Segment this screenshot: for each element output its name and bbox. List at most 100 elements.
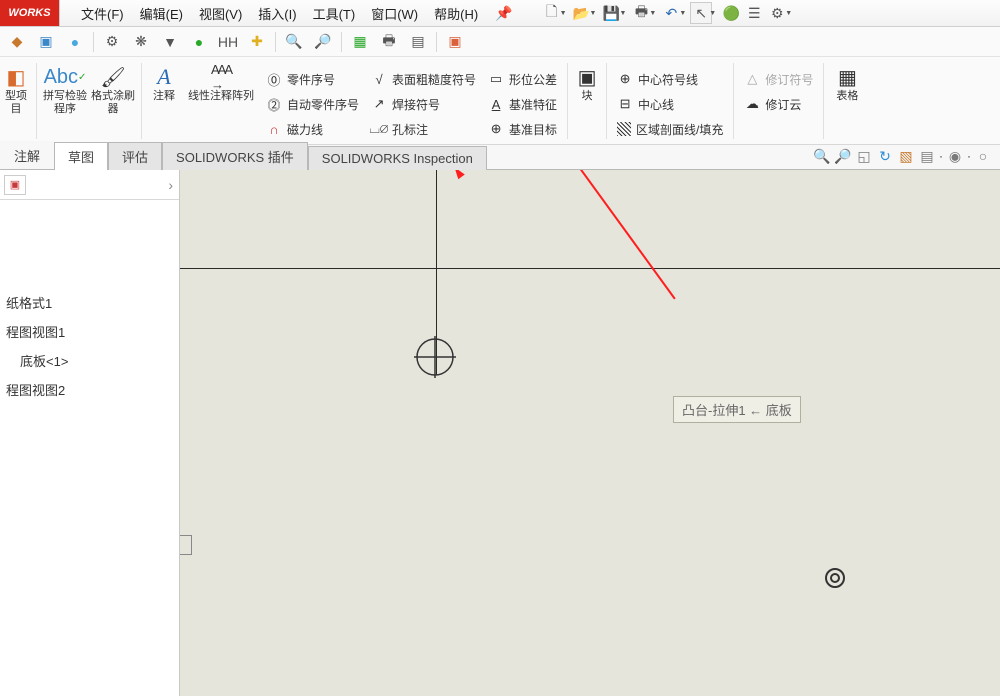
menu-file[interactable]: 文件(F) xyxy=(74,1,131,26)
holeannot-button[interactable]: ⌴∅孔标注 xyxy=(365,119,482,139)
edge-marker xyxy=(180,535,192,555)
options-icon[interactable]: ☰ xyxy=(743,2,765,24)
expand-icon[interactable]: › xyxy=(168,177,173,193)
spellcheck-label: 拼写检验程序 xyxy=(41,90,89,116)
display-icon[interactable]: ▧ xyxy=(897,147,915,165)
tool-icon[interactable]: ▣ xyxy=(35,31,57,53)
hatch-label: 区域剖面线/填充 xyxy=(636,121,723,138)
tree-item[interactable]: 底板<1> xyxy=(4,346,175,375)
linearpat-button[interactable]: AAA→ 线性注释阵列 xyxy=(182,63,260,144)
magline-label: 磁力线 xyxy=(287,121,323,138)
formatbrush-button[interactable]: 🖌 格式涂刷器 xyxy=(89,63,137,144)
centersym-button[interactable]: ⊕ 中心符号线 xyxy=(611,69,729,89)
menu-view[interactable]: 视图(V) xyxy=(192,1,249,26)
search-icon[interactable]: 🔍 xyxy=(283,31,305,53)
tool-icon[interactable]: ▼ xyxy=(159,31,181,53)
gear-icon[interactable]: ❋ xyxy=(130,31,152,53)
dropdown-icon[interactable]: ▼ xyxy=(619,10,626,17)
tree-item[interactable]: 程图视图1 xyxy=(4,317,175,346)
revsym-button[interactable]: △ 修订符号 xyxy=(738,69,819,89)
centersym-label: 中心符号线 xyxy=(638,71,698,88)
centerline-button[interactable]: ⊟中心线 xyxy=(611,94,729,114)
surfrough-button[interactable]: √表面粗糙度符号 xyxy=(365,69,482,89)
rotate-icon[interactable]: ↻ xyxy=(876,147,894,165)
tool-icon[interactable]: ▤ xyxy=(407,31,429,53)
view-icon[interactable]: ◉ xyxy=(946,147,964,165)
weldsym-button[interactable]: ↗焊接符号 xyxy=(365,94,482,114)
cloud-icon: ☁ xyxy=(744,96,760,112)
dropdown-icon[interactable]: ▼ xyxy=(785,10,792,17)
solidworks-logo: WORKS xyxy=(0,0,60,26)
print-icon[interactable]: 🖶 xyxy=(378,31,400,53)
spellcheck-button[interactable]: Abc✓ 拼写检验程序 xyxy=(41,63,89,144)
roughness-icon: √ xyxy=(371,71,387,87)
centersym-icon: ⊕ xyxy=(617,71,633,87)
tree-tab-icon[interactable]: ▣ xyxy=(4,175,26,195)
dropdown-icon[interactable]: ▼ xyxy=(649,10,656,17)
drawing-canvas[interactable]: 凸台-拉伸1 ← 底板 xyxy=(180,170,1000,696)
tab-inspection[interactable]: SOLIDWORKS Inspection xyxy=(308,146,487,170)
hatch-button[interactable]: 区域剖面线/填充 xyxy=(611,119,729,139)
drawing-line xyxy=(180,268,1000,269)
centerline-label: 中心线 xyxy=(638,96,674,113)
dropdown-icon[interactable]: ▼ xyxy=(560,10,567,17)
view-icon[interactable]: ▤ xyxy=(918,147,936,165)
autopartno-button[interactable]: ⓶自动零件序号 xyxy=(260,94,365,114)
revsym-icon: △ xyxy=(744,71,760,87)
tool-icon[interactable]: HH xyxy=(217,31,239,53)
dropdown-icon[interactable]: ▼ xyxy=(679,10,686,17)
tab-note[interactable]: 注解 xyxy=(0,141,54,169)
dropdown-icon[interactable]: ▼ xyxy=(709,10,716,17)
tree-item[interactable]: 程图视图2 xyxy=(4,375,175,404)
menu-tools[interactable]: 工具(T) xyxy=(306,1,363,26)
tool-icon[interactable]: ● xyxy=(188,31,210,53)
tab-sketch[interactable]: 草图 xyxy=(54,142,108,170)
datumfeat-button[interactable]: A基准特征 xyxy=(482,94,563,114)
dropdown-icon[interactable]: ▼ xyxy=(590,10,597,17)
pattern-icon: AAA→ xyxy=(209,65,233,89)
menu-insert[interactable]: 插入(I) xyxy=(251,1,303,26)
block-button[interactable]: ▣ 块 xyxy=(572,63,602,144)
weldsym-label: 焊接符号 xyxy=(392,96,440,113)
tool-icon[interactable]: ◆ xyxy=(6,31,28,53)
block-icon: ▣ xyxy=(575,65,599,89)
zoomfit-icon[interactable]: 🔎 xyxy=(834,147,852,165)
holeannot-label: 孔标注 xyxy=(392,121,428,138)
rebuild-icon[interactable]: 🟢 xyxy=(720,2,742,24)
geotol-button[interactable]: ▭形位公差 xyxy=(482,69,563,89)
gear-icon[interactable]: ⚙ xyxy=(101,31,123,53)
tool-icon[interactable]: ● xyxy=(64,31,86,53)
tool-icon[interactable]: ▣ xyxy=(444,31,466,53)
separator xyxy=(567,63,568,139)
tool-icon[interactable]: ✚ xyxy=(246,31,268,53)
table-button[interactable]: ▦ 表格 xyxy=(828,63,866,144)
revcloud-button[interactable]: ☁修订云 xyxy=(738,94,819,114)
menu-window[interactable]: 窗口(W) xyxy=(364,1,425,26)
binoculars-icon[interactable]: 🔎 xyxy=(312,31,334,53)
red-arrow xyxy=(580,170,676,299)
model-item-button[interactable]: ◧ 型项目 xyxy=(0,63,32,144)
view-icon[interactable]: ◱ xyxy=(855,147,873,165)
feature-tooltip: 凸台-拉伸1 ← 底板 xyxy=(673,396,801,423)
revsym-label: 修订符号 xyxy=(765,71,813,88)
menu-edit[interactable]: 编辑(E) xyxy=(133,1,190,26)
magline-button[interactable]: ∩磁力线 xyxy=(260,119,365,139)
separator xyxy=(275,32,276,52)
datumtarget-label: 基准目标 xyxy=(509,121,557,138)
block-label: 块 xyxy=(582,90,593,103)
tool-icon[interactable]: ▦ xyxy=(349,31,371,53)
zoom-icon[interactable]: 🔍 xyxy=(813,147,831,165)
menu-help[interactable]: 帮助(H) xyxy=(427,1,485,26)
separator xyxy=(733,63,734,139)
drawing-circle xyxy=(825,568,845,588)
datumtarget-icon: ⊕ xyxy=(488,121,504,137)
note-button[interactable]: A 注释 xyxy=(146,63,182,144)
tree-item[interactable]: 纸格式1 xyxy=(4,288,175,317)
datumtarget-button[interactable]: ⊕ 基准目标 xyxy=(482,119,563,139)
tab-addons[interactable]: SOLIDWORKS 插件 xyxy=(162,142,308,170)
pin-icon[interactable]: 📌 xyxy=(495,5,512,22)
view-icon[interactable]: ○ xyxy=(974,147,992,165)
tab-eval[interactable]: 评估 xyxy=(108,142,162,170)
partno-button[interactable]: ⓪零件序号 xyxy=(260,69,365,89)
table-icon: ▦ xyxy=(835,65,859,89)
